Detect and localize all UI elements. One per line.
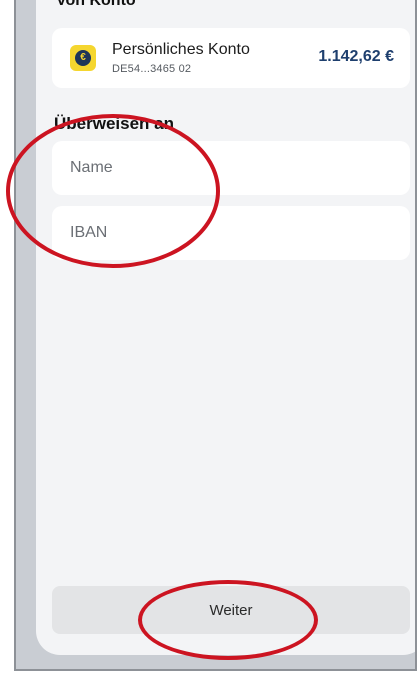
from-account-label: Von Konto: [56, 0, 136, 9]
recipient-name-field[interactable]: [52, 141, 410, 195]
account-balance: 1.142,62 €: [318, 48, 394, 65]
account-iban: DE54...3465 02: [112, 63, 192, 75]
account-name: Persönliches Konto: [112, 41, 250, 58]
next-button[interactable]: Weiter: [52, 586, 410, 634]
transfer-to-title: Überweisen an: [54, 114, 174, 133]
recipient-name-input[interactable]: [52, 141, 410, 195]
euro-icon: €: [70, 45, 96, 71]
from-account-card[interactable]: € Persönliches Konto DE54...3465 02 1.14…: [52, 28, 410, 88]
recipient-iban-field[interactable]: [52, 206, 410, 260]
app-screen: Von Konto € Persönliches Konto DE54...34…: [36, 0, 415, 655]
device-frame: Von Konto € Persönliches Konto DE54...34…: [14, 0, 417, 671]
recipient-iban-input[interactable]: [52, 206, 410, 260]
